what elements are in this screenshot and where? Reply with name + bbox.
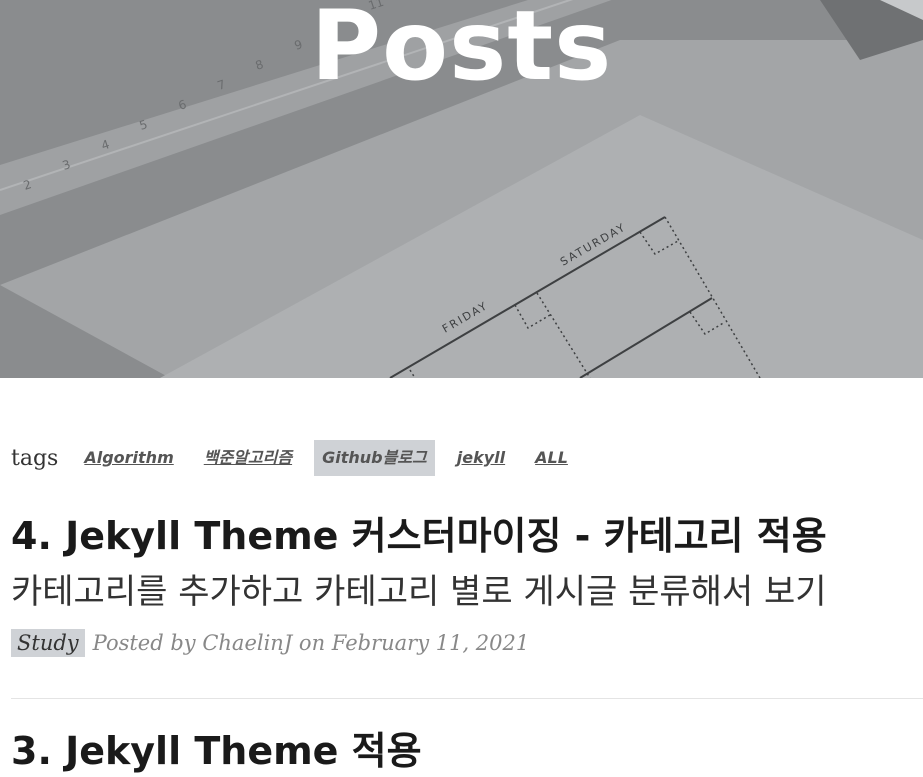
hero-banner: FRIDAY SATURDAY 2 3 4 5 6 7 8 9 11 Posts: [0, 0, 923, 378]
post-title-link[interactable]: 3. Jekyll Theme 적용: [11, 725, 921, 777]
post-divider: [11, 698, 923, 699]
tag-algorithm[interactable]: Algorithm: [76, 440, 181, 476]
tag-baekjoon-algorithm[interactable]: 백준알고리즘: [196, 440, 300, 476]
post-title-link[interactable]: 4. Jekyll Theme 커스터마이징 - 카테고리 적용: [11, 510, 921, 562]
tags-label: tags: [11, 445, 59, 471]
tag-all[interactable]: ALL: [527, 440, 576, 476]
category-badge[interactable]: Study: [11, 629, 85, 657]
post-subtitle[interactable]: 카테고리를 추가하고 카테고리 별로 게시글 분류해서 보기: [11, 568, 921, 616]
tag-filter-bar: tags Algorithm 백준알고리즘 Github블로그 jekyll A…: [11, 440, 590, 476]
post-meta: Study Posted by ChaelinJ on February 11,…: [11, 629, 529, 657]
tag-github-blog[interactable]: Github블로그: [314, 440, 435, 476]
tag-jekyll[interactable]: jekyll: [449, 440, 513, 476]
page-title: Posts: [310, 0, 613, 102]
post-meta-text: Posted by ChaelinJ on February 11, 2021: [92, 631, 530, 655]
